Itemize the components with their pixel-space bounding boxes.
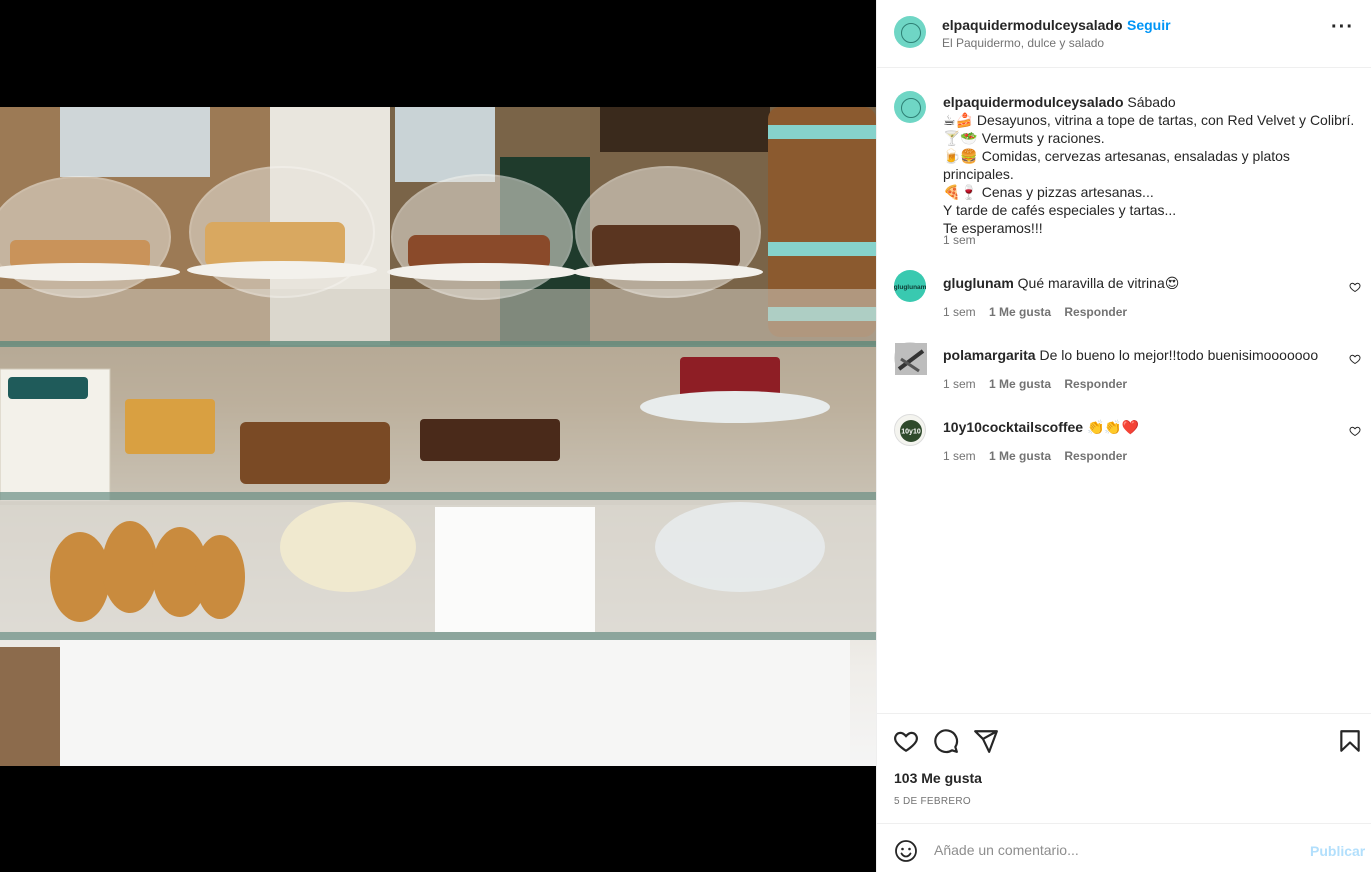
caption-line: 🍸🥗 Vermuts y raciones. [943, 130, 1105, 146]
send-icon[interactable] [973, 728, 999, 754]
comment-body: De lo bueno lo mejor!!todo buenisimooooo… [1039, 347, 1319, 363]
caption-line: 🍕🍷 Cenas y pizzas artesanas... [943, 184, 1154, 200]
bakery-showcase-illustration [0, 107, 876, 766]
caption-username[interactable]: elpaquidermodulceysalado [943, 94, 1124, 110]
likes-count[interactable]: 103 Me gusta [894, 770, 982, 786]
follow-button[interactable]: Seguir [1127, 17, 1171, 33]
comment-item: 10y10 10y10cocktailscoffee 👏👏❤️ 1 sem 1 … [894, 414, 1364, 474]
comment-time[interactable]: 1 sem [943, 449, 976, 463]
post-actions: 103 Me gusta 5 DE FEBRERO [877, 713, 1371, 823]
add-comment-bar: Publicar [877, 823, 1371, 872]
comment-likes[interactable]: 1 Me gusta [989, 449, 1051, 463]
bookmark-icon[interactable] [1337, 728, 1363, 754]
reply-button[interactable]: Responder [1064, 305, 1127, 319]
location-link[interactable]: El Paquidermo, dulce y salado [942, 36, 1104, 50]
comment-input[interactable] [934, 836, 1294, 864]
commenter-avatar[interactable]: gluglunam [894, 270, 927, 302]
separator-dot: • [1114, 17, 1119, 33]
reply-button[interactable]: Responder [1064, 449, 1127, 463]
comment-time[interactable]: 1 sem [943, 377, 976, 391]
heart-icon[interactable] [893, 728, 919, 754]
avatar-text: gluglunam [894, 284, 926, 291]
caption-body: elpaquidermodulceysalado Sábado ☕🍰 Desay… [943, 93, 1363, 237]
comment-time[interactable]: 1 sem [943, 305, 976, 319]
comment-body: Qué maravilla de vitrina😍 [1017, 275, 1180, 291]
post-header: elpaquidermodulceysalado • Seguir El Paq… [877, 0, 1371, 68]
caption-line: 🍺🍔 Comidas, cervezas artesanas, ensalada… [943, 148, 1290, 182]
author-avatar[interactable] [894, 16, 926, 48]
comment-meta: 1 sem 1 Me gusta Responder [943, 449, 1137, 463]
commenter-avatar[interactable] [894, 342, 927, 375]
comment-heart-icon[interactable] [1349, 425, 1361, 437]
comment-icon[interactable] [933, 728, 959, 754]
caption-author-avatar[interactable] [894, 91, 926, 123]
comment-heart-icon[interactable] [1349, 353, 1361, 365]
more-horizontal-icon[interactable]: ··· [1331, 17, 1355, 44]
comment-likes[interactable]: 1 Me gusta [989, 305, 1051, 319]
commenter-avatar[interactable]: 10y10 [894, 414, 926, 446]
avatar-text: 10y10 [901, 429, 921, 436]
publish-button[interactable]: Publicar [1310, 843, 1365, 859]
comment-heart-icon[interactable] [1349, 281, 1361, 293]
comment-username[interactable]: polamargarita [943, 347, 1036, 363]
comment-likes[interactable]: 1 Me gusta [989, 377, 1051, 391]
comment-body: 👏👏❤️ [1086, 419, 1140, 435]
post-side-panel: elpaquidermodulceysalado • Seguir El Paq… [876, 0, 1371, 872]
post-media [0, 0, 876, 872]
comment-text: gluglunam Qué maravilla de vitrina😍 [943, 274, 1179, 292]
comment-text: 10y10cocktailscoffee 👏👏❤️ [943, 418, 1139, 436]
comment-text: polamargarita De lo bueno lo mejor!!todo… [943, 346, 1318, 364]
caption-line: Sábado [1127, 94, 1176, 110]
post-date[interactable]: 5 DE FEBRERO [894, 796, 971, 807]
comment-item: gluglunam gluglunam Qué maravilla de vit… [894, 270, 1364, 330]
comment-meta: 1 sem 1 Me gusta Responder [943, 305, 1137, 319]
reply-button[interactable]: Responder [1064, 377, 1127, 391]
comment-item: polamargarita De lo bueno lo mejor!!todo… [894, 342, 1364, 402]
caption-line: Y tarde de cafés especiales y tartas... [943, 202, 1177, 218]
comment-username[interactable]: gluglunam [943, 275, 1014, 291]
emoji-icon[interactable] [894, 839, 918, 863]
caption-time[interactable]: 1 sem [943, 233, 976, 247]
author-username[interactable]: elpaquidermodulceysalado [942, 17, 1123, 33]
comment-username[interactable]: 10y10cocktailscoffee [943, 419, 1083, 435]
post-photo[interactable] [0, 107, 876, 766]
comment-meta: 1 sem 1 Me gusta Responder [943, 377, 1137, 391]
caption-line: ☕🍰 Desayunos, vitrina a tope de tartas, … [943, 112, 1355, 128]
